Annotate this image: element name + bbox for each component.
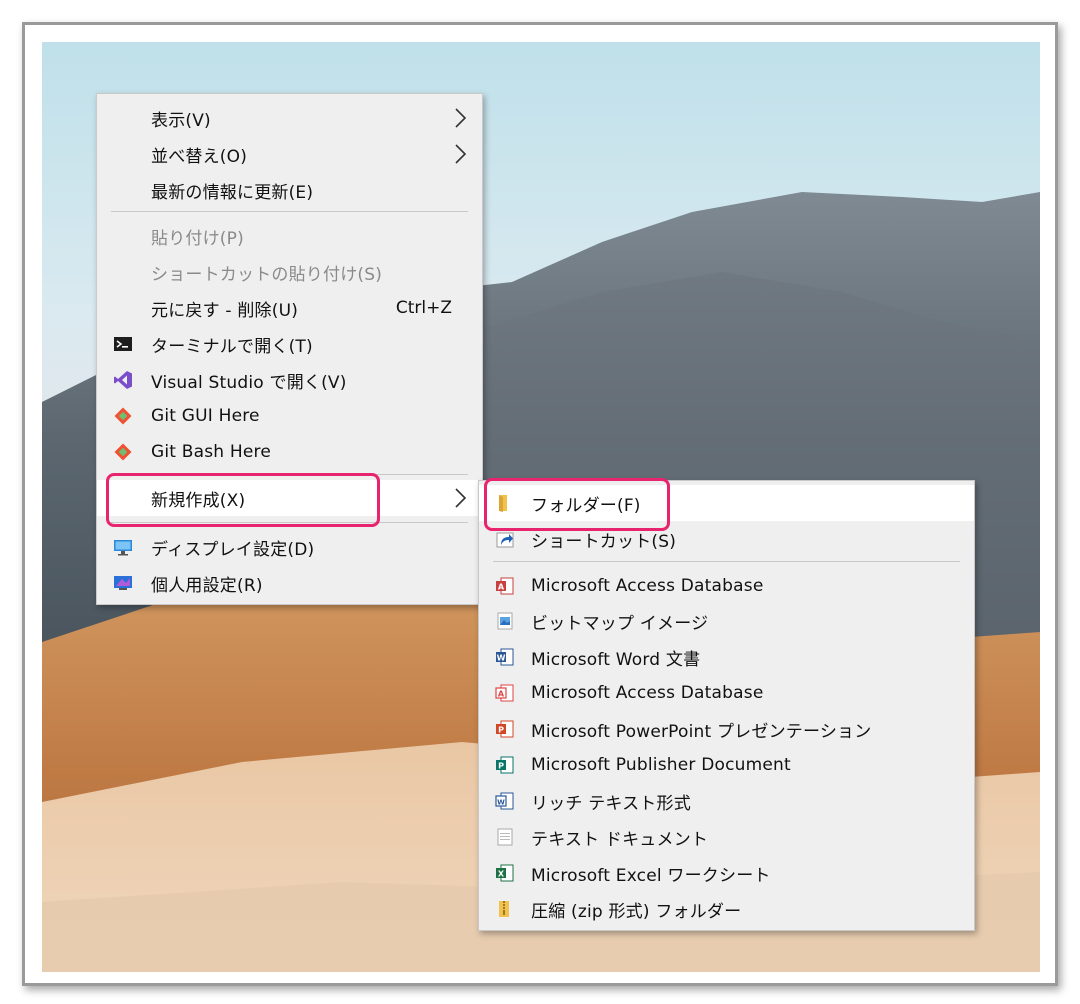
menu-item-refresh[interactable]: 最新の情報に更新(E): [97, 172, 482, 208]
menu-item-personalize[interactable]: 個人用設定(R): [97, 565, 482, 601]
submenu-item-label: Microsoft Word 文書: [531, 649, 701, 670]
menu-separator: [111, 211, 468, 212]
menu-item-label: 最新の情報に更新(E): [151, 182, 314, 203]
zip-folder-icon: [495, 899, 515, 919]
chevron-right-icon: [455, 108, 467, 128]
menu-item-paste-shortcut[interactable]: ショートカットの貼り付け(S): [97, 254, 482, 290]
word-icon: W: [495, 647, 515, 667]
svg-text:P: P: [498, 762, 504, 771]
visual-studio-icon: [113, 370, 133, 390]
submenu-item-label: 圧縮 (zip 形式) フォルダー: [531, 901, 742, 922]
submenu-item-label: Microsoft Access Database: [531, 576, 764, 596]
highlight-callout-new: [106, 473, 380, 527]
menu-item-label: ディスプレイ設定(D): [151, 539, 315, 560]
powerpoint-icon: P: [495, 719, 515, 739]
personalize-icon: [113, 573, 133, 593]
menu-item-label: Git GUI Here: [151, 406, 260, 426]
chevron-right-icon: [455, 488, 467, 508]
submenu-item-word-document[interactable]: W Microsoft Word 文書: [479, 639, 974, 675]
menu-item-label: 貼り付け(P): [151, 228, 244, 249]
menu-item-label: 個人用設定(R): [151, 575, 263, 596]
highlight-callout-folder: [484, 478, 670, 531]
menu-item-git-bash[interactable]: Git Bash Here: [97, 434, 482, 470]
menu-item-display-settings[interactable]: ディスプレイ設定(D): [97, 529, 482, 565]
submenu-item-label: リッチ テキスト形式: [531, 793, 691, 814]
menu-item-label: ショートカットの貼り付け(S): [151, 264, 383, 285]
submenu-item-rich-text[interactable]: W リッチ テキスト形式: [479, 783, 974, 819]
submenu-item-excel-worksheet[interactable]: X Microsoft Excel ワークシート: [479, 855, 974, 891]
submenu-item-label: ビットマップ イメージ: [531, 613, 709, 634]
excel-icon: X: [495, 863, 515, 883]
menu-item-label: 並べ替え(O): [151, 146, 248, 167]
publisher-icon: P: [495, 755, 515, 775]
submenu-item-bitmap-image[interactable]: ビットマップ イメージ: [479, 603, 974, 639]
submenu-item-access-database[interactable]: A Microsoft Access Database: [479, 675, 974, 711]
submenu-item-access-database[interactable]: A Microsoft Access Database: [479, 568, 974, 604]
rtf-icon: W: [495, 791, 515, 811]
submenu-item-label: Microsoft Excel ワークシート: [531, 865, 771, 886]
menu-item-paste[interactable]: 貼り付け(P): [97, 218, 482, 254]
git-icon: [113, 406, 133, 426]
chevron-right-icon: [455, 144, 467, 164]
display-icon: [113, 537, 133, 557]
svg-text:A: A: [498, 583, 505, 592]
terminal-icon: [113, 334, 133, 354]
access-icon: A: [495, 576, 515, 596]
submenu-item-label: Microsoft Access Database: [531, 683, 764, 703]
text-document-icon: [495, 827, 515, 847]
svg-text:W: W: [497, 654, 506, 663]
submenu-item-zip-folder[interactable]: 圧縮 (zip 形式) フォルダー: [479, 891, 974, 927]
menu-item-git-gui[interactable]: Git GUI Here: [97, 398, 482, 434]
menu-item-label: 元に戻す - 削除(U): [151, 300, 299, 321]
menu-item-undo-delete[interactable]: 元に戻す - 削除(U) Ctrl+Z: [97, 290, 482, 326]
git-icon: [113, 442, 133, 462]
submenu-item-label: Microsoft PowerPoint プレゼンテーション: [531, 721, 872, 742]
shortcut-text: Ctrl+Z: [395, 298, 452, 318]
menu-separator: [493, 561, 960, 562]
menu-item-label: 表示(V): [151, 110, 211, 131]
svg-text:P: P: [498, 726, 504, 735]
menu-item-open-visual-studio[interactable]: Visual Studio で開く(V): [97, 362, 482, 398]
submenu-item-publisher-document[interactable]: P Microsoft Publisher Document: [479, 747, 974, 783]
access-icon: A: [495, 683, 515, 703]
svg-text:W: W: [497, 799, 505, 807]
menu-item-open-terminal[interactable]: ターミナルで開く(T): [97, 326, 482, 362]
bitmap-icon: [495, 611, 515, 631]
menu-item-label: ターミナルで開く(T): [151, 336, 313, 357]
svg-text:X: X: [498, 870, 505, 879]
submenu-item-powerpoint-presentation[interactable]: P Microsoft PowerPoint プレゼンテーション: [479, 711, 974, 747]
menu-item-view[interactable]: 表示(V): [97, 100, 482, 136]
new-submenu: フォルダー(F) ショートカット(S) A Microsoft Access D…: [478, 480, 975, 931]
desktop-context-menu: 表示(V) 並べ替え(O) 最新の情報に更新(E) 貼り付け(P) ショートカッ…: [96, 93, 483, 605]
menu-item-label: Visual Studio で開く(V): [151, 372, 347, 393]
menu-item-sort[interactable]: 並べ替え(O): [97, 136, 482, 172]
submenu-item-label: Microsoft Publisher Document: [531, 755, 791, 775]
svg-text:A: A: [498, 690, 505, 699]
shortcut-icon: [495, 529, 515, 549]
submenu-item-label: テキスト ドキュメント: [531, 829, 709, 850]
menu-item-label: Git Bash Here: [151, 442, 271, 462]
submenu-item-text-document[interactable]: テキスト ドキュメント: [479, 819, 974, 855]
